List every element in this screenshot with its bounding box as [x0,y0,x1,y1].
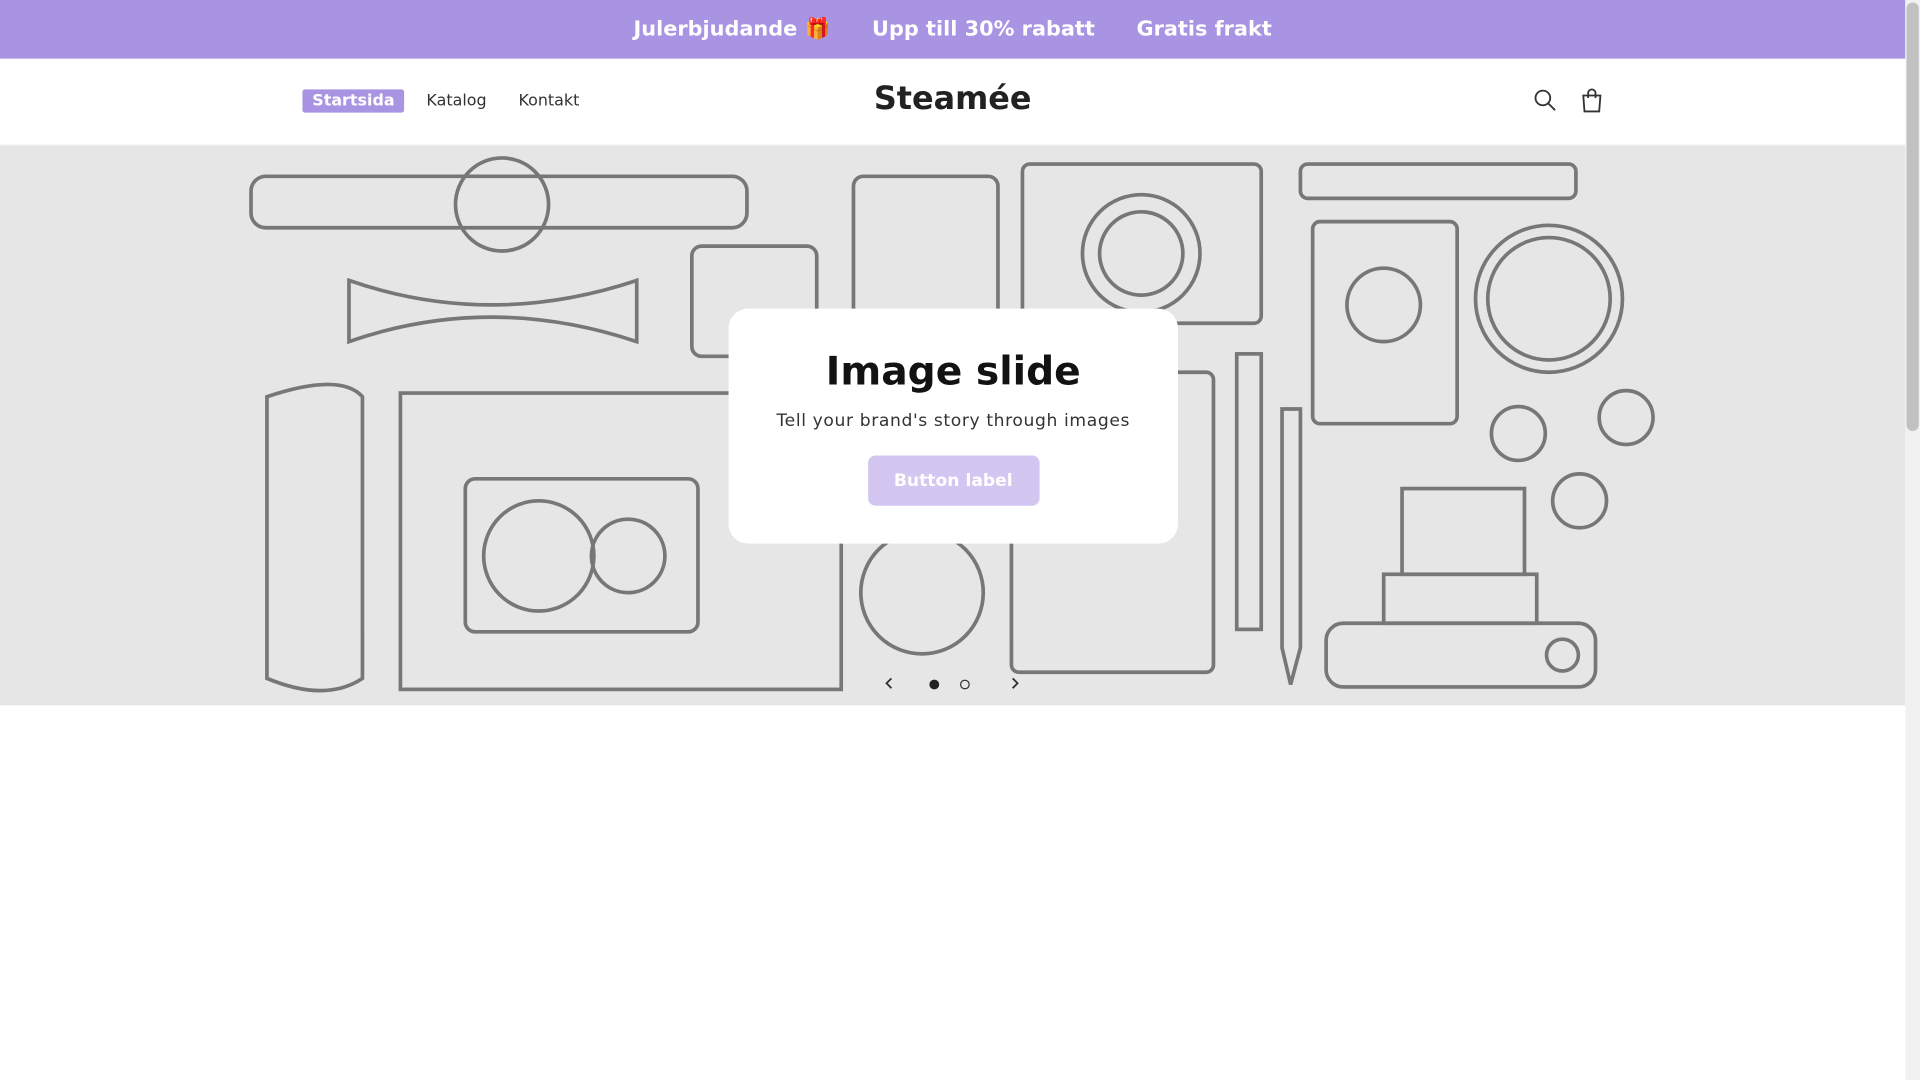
slide-dot-1[interactable] [926,674,943,697]
nav-item-kontakt[interactable]: Kontakt [509,89,590,112]
announcement-item: Julerbjudande 🎁 [633,17,831,42]
slide-title: Image slide [825,347,1081,395]
slide-text: Tell your brand's story through images [776,411,1131,432]
main-nav: Startsida Katalog Kontakt [302,89,590,113]
chevron-right-icon[interactable] [1003,673,1027,697]
nav-item-startsida[interactable]: Startsida [302,89,405,113]
slide-button[interactable]: Button label [867,455,1039,506]
scrollbar[interactable] [1905,0,1920,1080]
slideshow-controls [877,673,1028,697]
image-slideshow: Image slide Tell your brand's story thro… [0,145,1906,706]
announcement-item: Gratis frakt [1136,17,1272,42]
chevron-left-icon[interactable] [877,673,901,697]
announcement-item: Upp till 30% rabatt [872,17,1095,42]
logo[interactable]: Steamée [0,81,1905,118]
cart-icon[interactable] [1577,86,1606,115]
slide-dot-2[interactable] [956,674,973,697]
search-icon[interactable] [1531,86,1560,115]
scrollbar-thumb[interactable] [1906,2,1919,432]
slide-content-card: Image slide Tell your brand's story thro… [728,308,1178,544]
nav-item-katalog[interactable]: Katalog [417,89,497,112]
announcement-bar: Julerbjudande 🎁 Upp till 30% rabatt Grat… [0,0,1906,59]
header: Steamée Startsida Katalog Kontakt [0,58,1906,146]
page: Julerbjudande 🎁 Upp till 30% rabatt Grat… [0,0,1920,1080]
